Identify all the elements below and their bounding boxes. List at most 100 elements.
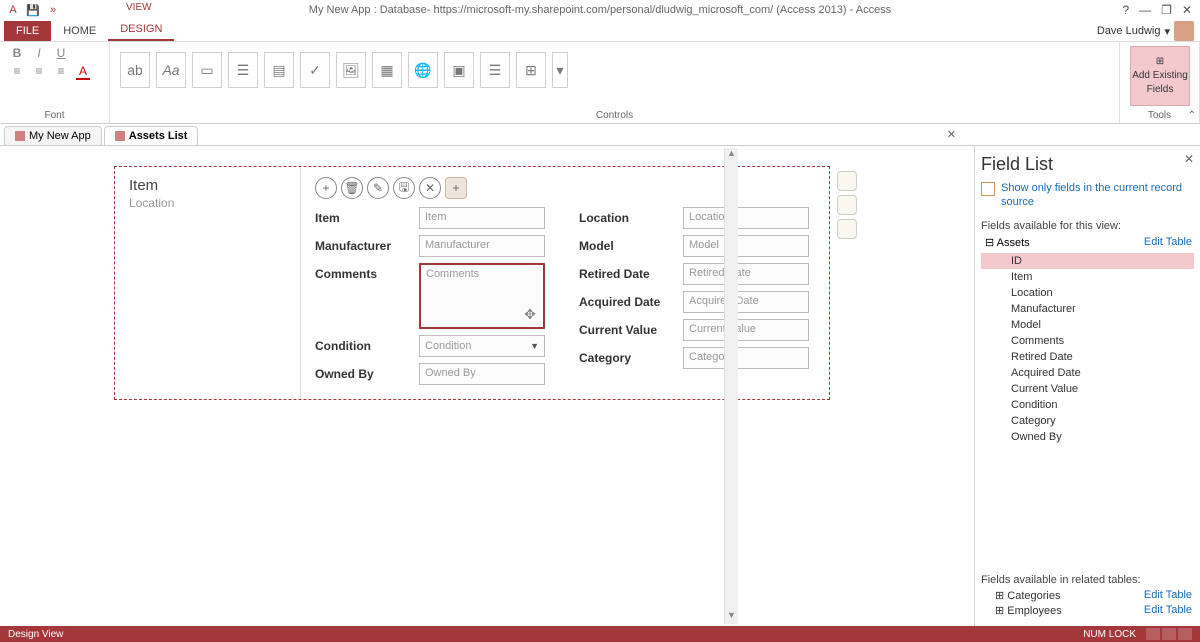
controls-gallery[interactable]: ab Aa ▭ ☰ ▤ ✓ 🖼 ▦ 🌐 ▣ ☰ ⊞ ▾ xyxy=(120,46,1109,88)
action-save-button[interactable]: 🖫 xyxy=(393,177,415,199)
related-table-row[interactable]: ⊞ Categories Edit Table xyxy=(981,588,1194,603)
view-icon[interactable] xyxy=(1162,628,1176,640)
related-table-row[interactable]: ⊞ Employees Edit Table xyxy=(981,603,1194,618)
button-control-icon[interactable]: ▭ xyxy=(192,52,222,88)
tab-design[interactable]: DESIGN xyxy=(108,19,174,41)
align-right-icon[interactable]: ≡ xyxy=(54,64,68,80)
field-item[interactable]: Category xyxy=(981,413,1194,429)
user-menu[interactable]: Dave Ludwig ▾ xyxy=(1097,21,1200,41)
help-icon[interactable]: ? xyxy=(1122,3,1129,17)
field-item[interactable]: Model xyxy=(981,317,1194,333)
tab-file[interactable]: FILE xyxy=(4,21,51,41)
input-condition[interactable]: Condition ▼ xyxy=(419,335,545,357)
label-location[interactable]: Location xyxy=(579,207,677,225)
textbox-control-icon[interactable]: ab xyxy=(120,52,150,88)
action-edit-button[interactable]: ✎ xyxy=(367,177,389,199)
field-item[interactable]: Comments xyxy=(981,333,1194,349)
label-model[interactable]: Model xyxy=(579,235,677,253)
tab-home[interactable]: HOME xyxy=(51,21,108,41)
align-center-icon[interactable]: ≡ xyxy=(32,64,46,80)
input-retired-date[interactable]: Retired Date xyxy=(683,263,809,285)
label-manufacturer[interactable]: Manufacturer xyxy=(315,235,413,253)
doc-tab-assets[interactable]: Assets List xyxy=(104,126,199,145)
design-canvas[interactable]: Item Location + 🗑 ✎ 🖫 ✕ + Item Item xyxy=(0,146,974,626)
field-item[interactable]: Current Value xyxy=(981,381,1194,397)
add-existing-fields-button[interactable]: ⊞ Add Existing Fields xyxy=(1130,46,1190,106)
view-icon[interactable] xyxy=(1146,628,1160,640)
show-only-fields-link[interactable]: Show only fields in the current record s… xyxy=(981,181,1194,210)
label-item[interactable]: Item xyxy=(315,207,413,225)
label-control-icon[interactable]: Aa xyxy=(156,52,186,88)
checkbox-control-icon[interactable]: ✓ xyxy=(300,52,330,88)
label-condition[interactable]: Condition xyxy=(315,335,413,353)
input-current-value[interactable]: Current Value xyxy=(683,319,809,341)
field-item[interactable]: ID xyxy=(981,253,1194,269)
close-icon[interactable]: ✕ xyxy=(1182,3,1192,17)
field-item[interactable]: Retired Date xyxy=(981,349,1194,365)
input-acquired-date[interactable]: Acquired Date xyxy=(683,291,809,313)
form-design-surface[interactable]: Item Location + 🗑 ✎ 🖫 ✕ + Item Item xyxy=(114,166,830,400)
input-manufacturer[interactable]: Manufacturer xyxy=(419,235,545,257)
label-current-value[interactable]: Current Value xyxy=(579,319,677,337)
label-category[interactable]: Category xyxy=(579,347,677,365)
field-item[interactable]: Acquired Date xyxy=(981,365,1194,381)
action-delete-button[interactable]: 🗑 xyxy=(341,177,363,199)
vertical-scrollbar[interactable]: ▲ ▼ xyxy=(724,148,738,624)
formatting-callout-icon[interactable] xyxy=(837,195,857,215)
align-left-icon[interactable]: ≡ xyxy=(10,64,24,80)
edit-table-link[interactable]: Edit Table xyxy=(1144,589,1192,602)
edit-table-link[interactable]: Edit Table xyxy=(1144,236,1192,249)
doc-tab-app[interactable]: My New App xyxy=(4,126,102,145)
minimize-icon[interactable]: — xyxy=(1139,3,1151,17)
bold-button[interactable]: B xyxy=(10,46,24,60)
data-callout-icon[interactable] xyxy=(837,171,857,191)
restore-icon[interactable]: ❐ xyxy=(1161,3,1172,17)
input-location[interactable]: Location xyxy=(683,207,809,229)
underline-button[interactable]: U xyxy=(54,46,68,60)
input-model[interactable]: Model xyxy=(683,235,809,257)
expand-table-icon[interactable]: ⊟ Assets xyxy=(985,236,1030,249)
edit-table-link[interactable]: Edit Table xyxy=(1144,604,1192,617)
view-switcher[interactable] xyxy=(1146,628,1192,640)
grid-control-icon[interactable]: ▦ xyxy=(372,52,402,88)
field-item[interactable]: Condition xyxy=(981,397,1194,413)
field-item[interactable]: Manufacturer xyxy=(981,301,1194,317)
input-item[interactable]: Item xyxy=(419,207,545,229)
field-item[interactable]: Owned By xyxy=(981,429,1194,445)
action-add-button[interactable]: + xyxy=(315,177,337,199)
save-icon[interactable]: 💾 xyxy=(26,3,40,17)
actions-callout-icon[interactable] xyxy=(837,219,857,239)
label-owned-by[interactable]: Owned By xyxy=(315,363,413,381)
field-item[interactable]: Item xyxy=(981,269,1194,285)
move-handle-icon[interactable]: ✥ xyxy=(521,305,539,323)
list-control-icon[interactable]: ▤ xyxy=(264,52,294,88)
input-comments[interactable]: Comments ✥ xyxy=(419,263,545,329)
qat-more-icon[interactable]: » xyxy=(46,3,60,17)
action-add-custom-button[interactable]: + xyxy=(445,177,467,199)
field-item[interactable]: Location xyxy=(981,285,1194,301)
input-owned-by[interactable]: Owned By xyxy=(419,363,545,385)
form-list-pane[interactable]: Item Location xyxy=(115,167,301,399)
controls-more-icon[interactable]: ▾ xyxy=(552,52,568,88)
close-tab-icon[interactable]: ✕ xyxy=(947,128,956,141)
view-icon[interactable] xyxy=(1178,628,1192,640)
image-control-icon[interactable]: 🖼 xyxy=(336,52,366,88)
close-pane-icon[interactable]: ✕ xyxy=(1184,152,1194,166)
multiline-control-icon[interactable]: ☰ xyxy=(480,52,510,88)
subform-control-icon[interactable]: ▣ xyxy=(444,52,474,88)
collapse-ribbon-icon[interactable]: ⌃ xyxy=(1188,110,1196,121)
action-cancel-button[interactable]: ✕ xyxy=(419,177,441,199)
label-acquired-date[interactable]: Acquired Date xyxy=(579,291,677,309)
italic-button[interactable]: I xyxy=(32,46,46,60)
input-category[interactable]: Category xyxy=(683,347,809,369)
label-comments[interactable]: Comments xyxy=(315,263,413,281)
hyperlink-control-icon[interactable]: 🌐 xyxy=(408,52,438,88)
font-color-button[interactable]: A xyxy=(76,64,90,80)
label-retired-date[interactable]: Retired Date xyxy=(579,263,677,281)
related-control-icon[interactable]: ⊞ xyxy=(516,52,546,88)
scroll-up-icon[interactable]: ▲ xyxy=(725,148,738,162)
avatar[interactable] xyxy=(1174,21,1194,41)
combo-control-icon[interactable]: ☰ xyxy=(228,52,258,88)
scroll-down-icon[interactable]: ▼ xyxy=(725,610,738,624)
form-detail-pane[interactable]: + 🗑 ✎ 🖫 ✕ + Item Item Manufacturer xyxy=(301,167,829,399)
